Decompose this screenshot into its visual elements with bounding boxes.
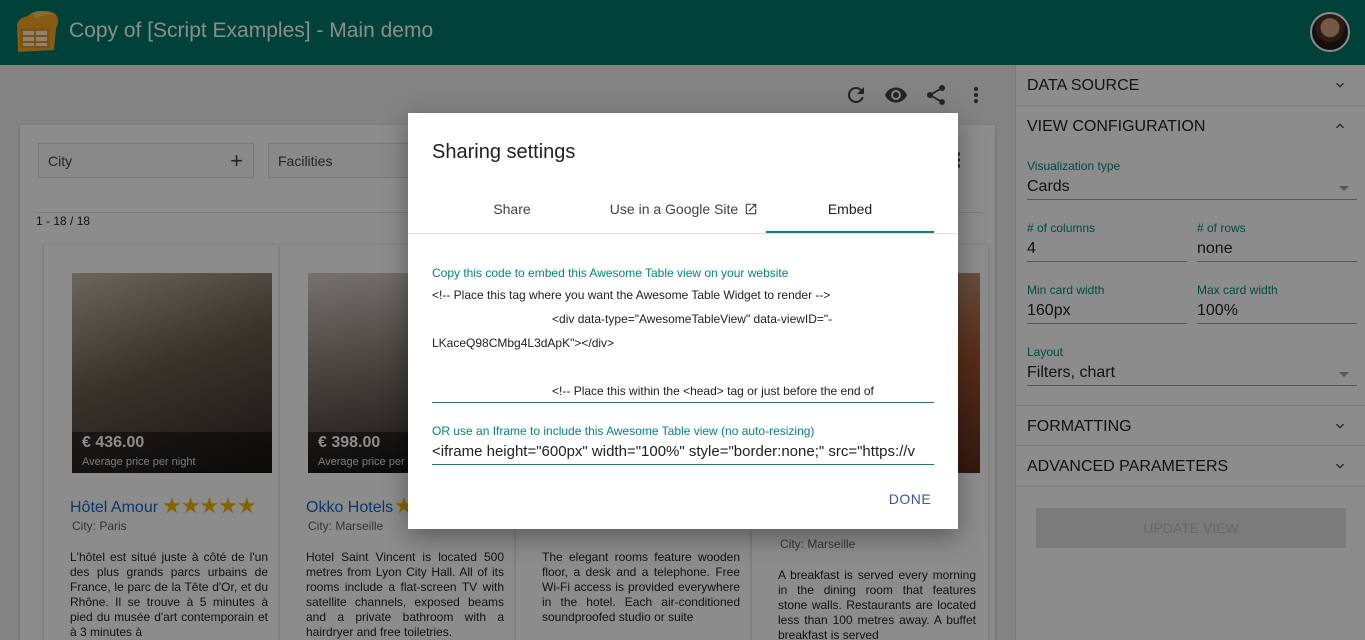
divider [408,233,958,234]
sharing-settings-dialog: Sharing settings Share Use in a Google S… [408,113,958,529]
iframe-code-input[interactable]: <iframe height="600px" width="100%" styl… [432,441,934,465]
dialog-title: Sharing settings [432,141,576,163]
iframe-label: OR use an Iframe to include this Awesome… [432,424,815,438]
tab-share[interactable]: Share [432,189,592,233]
dialog-tabs: Share Use in a Google Site Embed [432,189,934,233]
tab-embed[interactable]: Embed [766,189,934,233]
embed-code-label: Copy this code to embed this Awesome Tab… [432,266,789,280]
done-button[interactable]: DONE [878,491,942,513]
tab-label: Share [493,201,531,217]
tab-label: Use in a Google Site [609,201,739,217]
embed-code-textarea[interactable]: <!-- Place this tag where you want the A… [432,283,934,403]
tab-label: Embed [827,201,873,217]
open-in-new-icon [744,191,758,215]
tab-google-site[interactable]: Use in a Google Site [602,189,766,233]
